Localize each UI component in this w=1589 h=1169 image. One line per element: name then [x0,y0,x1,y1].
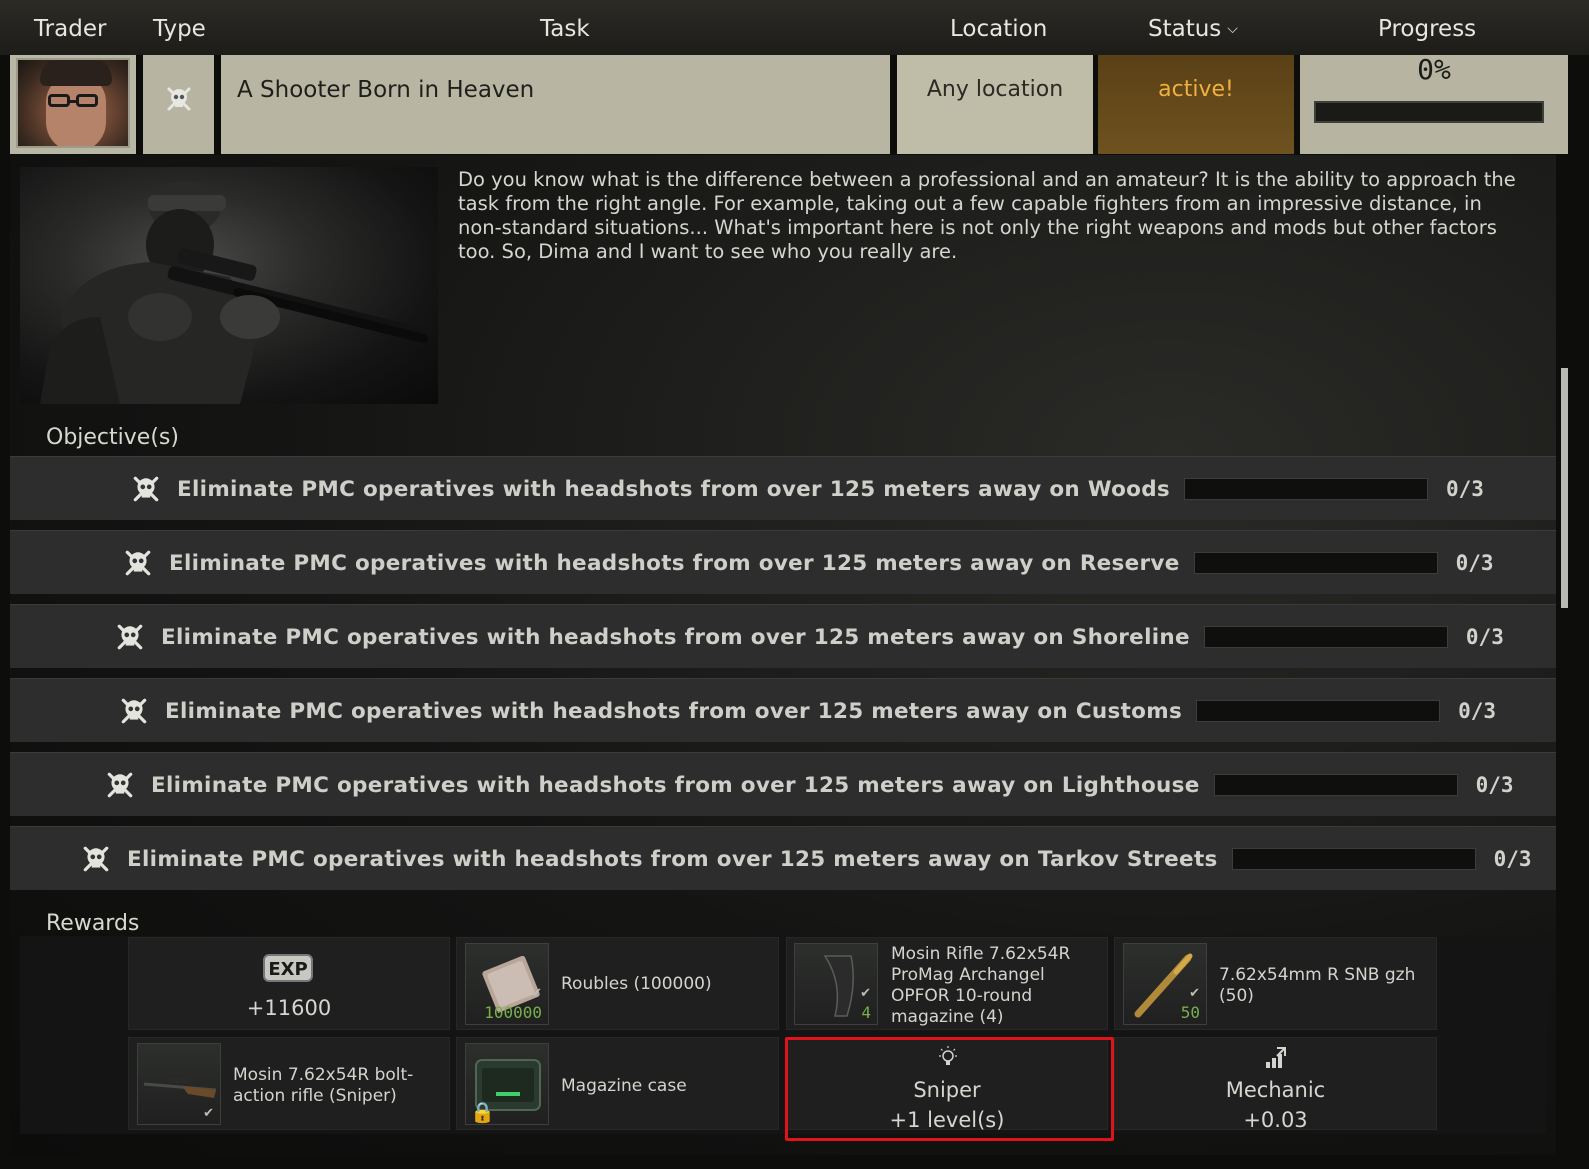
ammo-item-slot[interactable]: ✔ 50 [1123,943,1207,1025]
chevron-down-icon: ⌵ [1227,21,1238,37]
header-status-label: Status [1148,16,1222,42]
trader-avatar [16,58,130,148]
location-text: Any location [926,77,1064,102]
reward-trader-standing: Mechanic +0.03 [1114,1037,1437,1132]
magazine-label: Mosin Rifle 7.62x54R ProMag Archangel OP… [891,944,1071,1027]
header-location[interactable]: Location [950,16,1047,42]
skull-crossbones-icon [83,846,109,872]
task-name: A Shooter Born in Heaven [237,77,535,103]
objective-count: 0/3 [1455,551,1494,575]
objective-row: Eliminate PMC operatives with headshots … [10,530,1556,594]
progress-percent: 0% [1417,53,1451,86]
objective-progress-bar [1184,478,1428,500]
objective-row: Eliminate PMC operatives with headshots … [10,678,1556,742]
skull-crossbones-icon [121,698,147,724]
sniper-soldier-image [40,181,429,404]
header-progress[interactable]: Progress [1378,16,1476,42]
objective-text: Eliminate PMC operatives with headshots … [127,846,1218,872]
task-description: Do you know what is the difference betwe… [458,168,1516,263]
objectives-heading: Objective(s) [46,425,179,450]
skull-crossbones-icon [107,772,133,798]
checkmark-icon: ✔ [1189,986,1200,1001]
objective-text: Eliminate PMC operatives with headshots … [177,476,1170,502]
checkmark-icon: ✔ [860,986,871,1001]
skull-crossbones-icon [167,87,190,110]
case-item-slot[interactable]: 🔒 [465,1043,549,1125]
task-row[interactable]: A Shooter Born in Heaven Any location ac… [0,53,1589,155]
objective-count: 0/3 [1465,625,1504,649]
progress-bar [1314,101,1544,123]
reward-roubles[interactable]: ✔ 100000 Roubles (100000) [456,937,779,1030]
ammo-label: 7.62x54mm R SNB gzh (50) [1219,965,1416,1006]
roubles-label: Roubles (100000) [561,974,712,994]
case-label: Magazine case [561,1076,687,1096]
objective-progress-bar [1213,774,1458,796]
rewards-heading: Rewards [46,911,140,936]
roubles-item-slot[interactable]: ✔ 100000 [465,943,549,1025]
checkmark-icon: ✔ [203,1106,214,1121]
trader-cell [10,55,136,154]
ammo-count: 50 [1180,1003,1200,1022]
reward-ammo[interactable]: ✔ 50 7.62x54mm R SNB gzh (50) [1114,937,1437,1030]
status-cell: active! [1098,55,1294,154]
reward-magazine-case[interactable]: 🔒 Magazine case [456,1037,779,1130]
header-trader[interactable]: Trader [34,16,106,42]
objective-text: Eliminate PMC operatives with headshots … [161,624,1190,650]
location-cell: Any location [897,55,1093,154]
roubles-count: 100000 [484,1003,542,1022]
header-status-sort[interactable]: Status ⌵ [1148,16,1238,42]
magazine-item-slot[interactable]: ✔ 4 [794,943,878,1025]
skull-crossbones-icon [133,476,159,502]
scrollbar[interactable] [1561,368,1568,608]
objective-text: Eliminate PMC operatives with headshots … [151,772,1200,798]
reward-experience: EXP +11600 [128,937,450,1030]
objective-count: 0/3 [1446,477,1484,501]
status-text: active! [1158,77,1234,102]
skull-crossbones-icon [117,624,143,650]
objective-progress-bar [1193,552,1438,574]
objective-row: Eliminate PMC operatives with headshots … [10,752,1556,816]
objective-row: Eliminate PMC operatives with headshots … [10,604,1556,668]
standing-increase-icon [1266,1047,1286,1068]
objective-progress-bar [1203,626,1448,648]
trader-standing-value: +0.03 [1243,1108,1308,1132]
trader-name: Mechanic [1225,1078,1326,1102]
magazine-count: 4 [861,1003,871,1022]
type-cell [143,55,214,154]
table-header: Trader Type Task Location Status ⌵ Progre… [0,0,1589,55]
rifle-item-slot[interactable]: ✔ [137,1043,221,1125]
objective-count: 0/3 [1458,699,1496,723]
objective-row: Eliminate PMC operatives with headshots … [10,456,1556,520]
objective-progress-bar [1231,848,1476,870]
rifle-label: Mosin 7.62x54R bolt-action rifle (Sniper… [233,1065,414,1106]
objective-row: Eliminate PMC operatives with headshots … [10,826,1556,890]
objective-count: 0/3 [1475,773,1514,797]
reward-rifle[interactable]: ✔ Mosin 7.62x54R bolt-action rifle (Snip… [128,1037,450,1130]
task-cell: A Shooter Born in Heaven [221,55,890,154]
header-type[interactable]: Type [153,16,206,42]
objective-progress-bar [1196,700,1441,722]
exp-value: +11600 [246,996,332,1020]
highlight-box [785,1037,1114,1141]
objective-text: Eliminate PMC operatives with headshots … [165,698,1183,724]
exp-icon: EXP [263,954,313,982]
lock-icon: 🔒 [470,1100,495,1124]
reward-magazine[interactable]: ✔ 4 Mosin Rifle 7.62x54R ProMag Archange… [786,937,1108,1030]
progress-cell: 0% [1300,53,1568,154]
skull-crossbones-icon [125,550,151,576]
objective-text: Eliminate PMC operatives with headshots … [169,550,1180,576]
header-task[interactable]: Task [540,16,590,42]
checkmark-icon: ✔ [531,986,542,1001]
objective-count: 0/3 [1493,847,1532,871]
task-image [20,167,438,404]
